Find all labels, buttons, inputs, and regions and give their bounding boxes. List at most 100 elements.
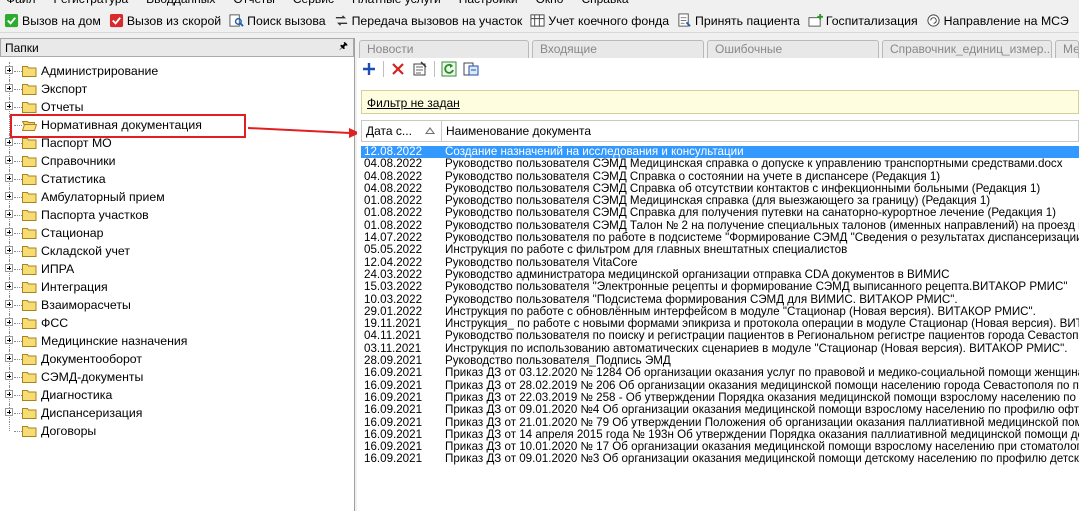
expand-icon[interactable] [5, 192, 13, 200]
folder-tree-item[interactable]: Статистика [0, 170, 354, 188]
filter-bar[interactable]: Фильтр не задан [361, 90, 1079, 114]
table-row[interactable]: 19.11.2021 Инструкция_ по работе с новыми… [361, 317, 1079, 330]
table-row[interactable]: 04.08.2022 Руководство пользователя СЭМД … [361, 170, 1079, 183]
expand-icon[interactable] [5, 156, 13, 164]
hospitalization-button[interactable]: Госпитализация [806, 10, 922, 32]
folder-tree-item[interactable]: Медицинские назначения [0, 332, 354, 350]
tab-news[interactable]: Новости [359, 40, 529, 58]
ambulance-call-button[interactable]: Вызов из скорой [107, 10, 225, 32]
table-row[interactable]: 16.09.2021 Приказ ДЗ от 10.01.2020 № 17 О… [361, 440, 1079, 453]
folder-tree-item-label: Амбулаторный прием [41, 190, 165, 204]
expand-icon[interactable] [5, 210, 13, 218]
folder-tree-item[interactable]: ФСС [0, 314, 354, 332]
table-row[interactable]: 16.09.2021 Приказ ДЗ от 09.01.2020 №3 Об … [361, 453, 1079, 466]
folder-tree-item[interactable]: Складской учет [0, 242, 354, 260]
folder-tree-item[interactable]: СЭМД-документы [0, 368, 354, 386]
tree-line [14, 305, 22, 306]
menu-item[interactable]: Сервис [293, 0, 334, 6]
menu-item[interactable]: Платные услуги [352, 0, 441, 6]
search-call-button[interactable]: Поиск вызова [227, 10, 329, 32]
expand-icon[interactable] [5, 336, 13, 344]
table-row[interactable]: 01.08.2022 Руководство пользователя СЭМД … [361, 194, 1079, 207]
delete-icon[interactable] [390, 61, 406, 77]
folder-tree-item[interactable]: Договоры [0, 422, 354, 440]
folder-icon [22, 84, 37, 95]
table-row[interactable]: 10.03.2022 Руководство пользователя "Подс… [361, 293, 1079, 306]
tab-units-directory[interactable]: Справочник_единиц_измер... [882, 40, 1052, 58]
mse-referral-button[interactable]: Направление на МСЭ [924, 10, 1073, 32]
menu-item[interactable]: Настройки [459, 0, 518, 6]
menu-item[interactable]: Справка [581, 0, 628, 6]
expand-icon[interactable] [5, 318, 13, 326]
folder-tree-item[interactable]: Экспорт [0, 80, 354, 98]
expand-icon[interactable] [5, 408, 13, 416]
table-row[interactable]: 16.09.2021 Приказ ДЗ от 22.03.2019 № 258 … [361, 391, 1079, 404]
expand-icon[interactable] [5, 66, 13, 74]
bed-fund-label: Учет коечного фонда [548, 13, 670, 28]
tab-errors[interactable]: Ошибочные [707, 40, 879, 58]
table-row[interactable]: 16.09.2021 Приказ ДЗ от 09.01.2020 №4 Об … [361, 403, 1079, 416]
folder-tree-item[interactable]: Администрирование [0, 62, 354, 80]
expand-icon[interactable] [5, 138, 13, 146]
column-header-date[interactable]: Дата с... [362, 121, 442, 141]
expand-icon[interactable] [5, 372, 13, 380]
table-row[interactable]: 16.09.2021 Приказ ДЗ от 14 апреля 2015 го… [361, 428, 1079, 441]
folder-tree-item[interactable]: Диагностика [0, 386, 354, 404]
table-row[interactable]: 01.08.2022 Руководство пользователя СЭМД … [361, 207, 1079, 220]
expand-icon[interactable] [5, 84, 13, 92]
table-row[interactable]: 15.03.2022 Руководство пользователя "Элек… [361, 280, 1079, 293]
table-row[interactable]: 04.08.2022 Руководство пользователя СЭМД … [361, 157, 1079, 170]
menu-item[interactable]: Файл [6, 0, 36, 6]
expand-icon[interactable] [5, 228, 13, 236]
accept-patient-button[interactable]: Принять пациента [675, 10, 804, 32]
folder-tree-item[interactable]: Интеграция [0, 278, 354, 296]
folder-tree-item[interactable]: ИПРА [0, 260, 354, 278]
table-row[interactable]: 28.09.2021 Руководство пользователя_Подпи… [361, 354, 1079, 367]
table-row[interactable]: 12.08.2022 Создание назначений на исследо… [361, 145, 1079, 159]
expand-icon[interactable] [5, 246, 13, 254]
expand-icon[interactable] [5, 174, 13, 182]
menu-item[interactable]: Регистратура [54, 0, 129, 6]
expand-icon[interactable] [5, 282, 13, 290]
table-row[interactable]: 16.09.2021 Приказ ДЗ от 28.02.2019 № 206 … [361, 379, 1079, 392]
filter-link[interactable]: Фильтр не задан [367, 96, 460, 110]
table-row[interactable]: 03.11.2021 Инструкция по использованию ав… [361, 342, 1079, 355]
table-row[interactable]: 04.08.2022 Руководство пользователя СЭМД … [361, 182, 1079, 195]
menu-item[interactable]: Вводданных [146, 0, 215, 6]
folder-tree-item[interactable]: Стационар [0, 224, 354, 242]
table-row[interactable]: 24.03.2022 Руководство администратора мед… [361, 268, 1079, 281]
properties-icon[interactable] [412, 61, 428, 77]
home-call-button[interactable]: Вызов на дом [2, 10, 105, 32]
expand-icon[interactable] [5, 264, 13, 272]
expand-icon[interactable] [5, 300, 13, 308]
refresh-icon[interactable] [441, 61, 457, 77]
pin-icon[interactable]: 🖈 [339, 39, 348, 56]
folder-tree-item-label: ФСС [41, 316, 69, 330]
menu-item[interactable]: Отчеты [233, 0, 274, 6]
add-icon[interactable] [361, 61, 377, 77]
export-icon[interactable] [463, 61, 479, 77]
table-row[interactable]: 29.01.2022 Инструкция по работе с обновлё… [361, 305, 1079, 318]
column-header-name[interactable]: Наименование документа [442, 121, 1078, 141]
folder-tree-item[interactable]: Амбулаторный прием [0, 188, 354, 206]
folder-tree-item[interactable]: Справочники [0, 152, 354, 170]
menu-item[interactable]: Окно [536, 0, 564, 6]
folder-tree-item[interactable]: Диспансеризация [0, 404, 354, 422]
tab-incoming[interactable]: Входящие [532, 40, 704, 58]
table-row[interactable]: 12.04.2022 Руководство пользователя VitaC… [361, 256, 1079, 269]
folder-tree-item[interactable]: Документооборот [0, 350, 354, 368]
table-row[interactable]: 16.09.2021 Приказ ДЗ от 21.01.2020 № 79 О… [361, 416, 1079, 429]
transfer-calls-button[interactable]: Передача вызовов на участок [332, 10, 527, 32]
expand-icon[interactable] [5, 102, 13, 110]
expand-icon[interactable] [5, 354, 13, 362]
folder-tree-item[interactable]: Паспорта участков [0, 206, 354, 224]
tab-more[interactable]: Ме [1055, 40, 1079, 58]
folder-tree-item[interactable]: Взаиморасчеты [0, 296, 354, 314]
table-row[interactable]: 05.05.2022 Инструкция по работе с фильтро… [361, 244, 1079, 257]
table-row[interactable]: 04.11.2021 Руководство пользователя по по… [361, 330, 1079, 343]
table-row[interactable]: 01.08.2022 Руководство пользователя СЭМД … [361, 219, 1079, 232]
expand-icon[interactable] [5, 390, 13, 398]
table-row[interactable]: 16.09.2021 Приказ ДЗ от 03.12.2020 № 1284… [361, 367, 1079, 380]
table-row[interactable]: 14.07.2022 Руководство пользователя по ра… [361, 231, 1079, 244]
bed-fund-button[interactable]: Учет коечного фонда [528, 10, 673, 32]
